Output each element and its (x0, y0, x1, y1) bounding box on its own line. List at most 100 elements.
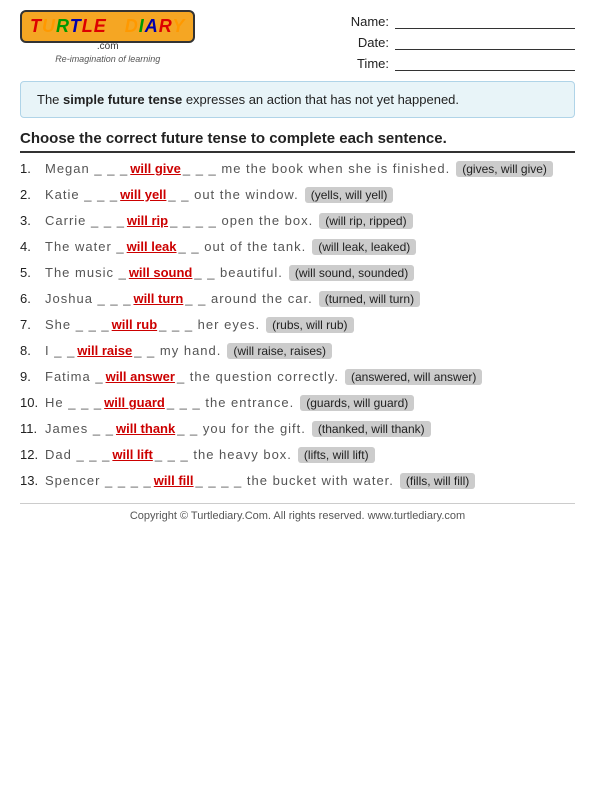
question-text: Fatima _ will answer _ the question corr… (45, 369, 482, 385)
blank-after: _ _ you for the gift. (177, 421, 306, 436)
blank-before: Dad _ _ _ (45, 447, 110, 462)
blank-after: _ _ _ the heavy box. (155, 447, 292, 462)
question-number: 11. (20, 421, 42, 436)
list-item: 2. Katie _ _ _ will yell _ _ out the win… (20, 187, 575, 203)
answer-text: will rub (112, 317, 158, 332)
blank-after: _ _ out of the tank. (179, 239, 307, 254)
question-text: Joshua _ _ _ will turn _ _ around the ca… (45, 291, 420, 307)
question-text: She _ _ _ will rub _ _ _ her eyes. (rubs… (45, 317, 354, 333)
list-item: 1. Megan _ _ _ will give _ _ _ me the bo… (20, 161, 575, 177)
list-item: 7. She _ _ _ will rub _ _ _ her eyes. (r… (20, 317, 575, 333)
question-text: Katie _ _ _ will yell _ _ out the window… (45, 187, 393, 203)
name-row: Name: (349, 14, 575, 29)
question-text: Megan _ _ _ will give _ _ _ me the book … (45, 161, 553, 177)
blank-before: She _ _ _ (45, 317, 110, 332)
options-badge: (rubs, will rub) (266, 317, 353, 333)
name-line (395, 15, 575, 29)
answer-text: will yell (120, 187, 166, 202)
list-item: 4. The water _ will leak _ _ out of the … (20, 239, 575, 255)
options-badge: (thanked, will thank) (312, 421, 431, 437)
info-suffix: expresses an action that has not yet hap… (182, 92, 459, 107)
answer-text: will answer (106, 369, 175, 384)
list-item: 12. Dad _ _ _ will lift _ _ _ the heavy … (20, 447, 575, 463)
answer-text: will thank (116, 421, 175, 436)
list-item: 8. I _ _ will raise _ _ my hand. (will r… (20, 343, 575, 359)
time-row: Time: (349, 56, 575, 71)
question-number: 13. (20, 473, 42, 488)
info-box: The simple future tense expresses an act… (20, 81, 575, 118)
worksheet-page: TURTLE DIARY .com Re-imagination of lear… (0, 0, 595, 800)
blank-before: The music _ (45, 265, 127, 280)
info-prefix: The (37, 92, 63, 107)
blank-before: The water _ (45, 239, 125, 254)
blank-before: Joshua _ _ _ (45, 291, 131, 306)
blank-after: _ the question correctly. (177, 369, 339, 384)
question-number: 10. (20, 395, 42, 410)
logo-area: TURTLE DIARY .com Re-imagination of lear… (20, 10, 195, 64)
date-label: Date: (349, 35, 389, 50)
logo-com: .com (97, 41, 119, 52)
question-number: 9. (20, 369, 42, 384)
blank-after: _ _ _ _ the bucket with water. (196, 473, 394, 488)
options-badge: (answered, will answer) (345, 369, 482, 385)
options-badge: (turned, will turn) (319, 291, 420, 307)
options-badge: (will sound, sounded) (289, 265, 414, 281)
name-area: Name: Date: Time: (349, 10, 575, 71)
logo-box: TURTLE DIARY (20, 10, 195, 43)
question-text: I _ _ will raise _ _ my hand. (will rais… (45, 343, 332, 359)
options-badge: (will raise, raises) (227, 343, 332, 359)
answer-text: will turn (133, 291, 183, 306)
question-number: 4. (20, 239, 42, 254)
blank-after: _ _ _ the entrance. (167, 395, 294, 410)
options-badge: (will leak, leaked) (312, 239, 416, 255)
question-number: 6. (20, 291, 42, 306)
footer: Copyright © Turtlediary.Com. All rights … (20, 503, 575, 522)
options-badge: (lifts, will lift) (298, 447, 375, 463)
name-label: Name: (349, 14, 389, 29)
list-item: 5. The music _ will sound _ _ beautiful.… (20, 265, 575, 281)
blank-before: Fatima _ (45, 369, 104, 384)
blank-before: Katie _ _ _ (45, 187, 118, 202)
list-item: 9. Fatima _ will answer _ the question c… (20, 369, 575, 385)
question-text: James _ _ will thank _ _ you for the gif… (45, 421, 431, 437)
date-line (395, 36, 575, 50)
options-badge: (guards, will guard) (300, 395, 414, 411)
question-number: 3. (20, 213, 42, 228)
options-badge: (fills, will fill) (400, 473, 475, 489)
blank-before: James _ _ (45, 421, 114, 436)
question-number: 8. (20, 343, 42, 358)
question-number: 12. (20, 447, 42, 462)
answer-text: will raise (77, 343, 132, 358)
blank-before: Carrie _ _ _ (45, 213, 125, 228)
answer-text: will rip (127, 213, 168, 228)
answer-text: will lift (112, 447, 152, 462)
question-text: The music _ will sound _ _ beautiful. (w… (45, 265, 414, 281)
blank-before: He _ _ _ (45, 395, 102, 410)
blank-before: I _ _ (45, 343, 75, 358)
blank-after: _ _ out the window. (168, 187, 298, 202)
list-item: 10. He _ _ _ will guard _ _ _ the entran… (20, 395, 575, 411)
answer-text: will give (130, 161, 181, 176)
instructions: Choose the correct future tense to compl… (20, 130, 575, 153)
answer-text: will sound (129, 265, 193, 280)
question-number: 7. (20, 317, 42, 332)
blank-after: _ _ _ me the book when she is finished. (183, 161, 450, 176)
list-item: 3. Carrie _ _ _ will rip _ _ _ _ open th… (20, 213, 575, 229)
question-text: Dad _ _ _ will lift _ _ _ the heavy box.… (45, 447, 375, 463)
blank-after: _ _ _ _ open the box. (170, 213, 313, 228)
answer-text: will fill (154, 473, 194, 488)
date-row: Date: (349, 35, 575, 50)
time-label: Time: (349, 56, 389, 71)
info-bold: simple future tense (63, 92, 182, 107)
question-text: Spencer _ _ _ _ will fill _ _ _ _ the bu… (45, 473, 475, 489)
blank-after: _ _ beautiful. (194, 265, 282, 280)
blank-after: _ _ _ her eyes. (159, 317, 260, 332)
question-text: He _ _ _ will guard _ _ _ the entrance. … (45, 395, 414, 411)
question-text: Carrie _ _ _ will rip _ _ _ _ open the b… (45, 213, 413, 229)
question-number: 2. (20, 187, 42, 202)
header: TURTLE DIARY .com Re-imagination of lear… (20, 10, 575, 71)
answer-text: will leak (127, 239, 177, 254)
question-number: 5. (20, 265, 42, 280)
logo-text: TURTLE DIARY (30, 16, 185, 37)
logo-tagline: Re-imagination of learning (55, 54, 160, 64)
